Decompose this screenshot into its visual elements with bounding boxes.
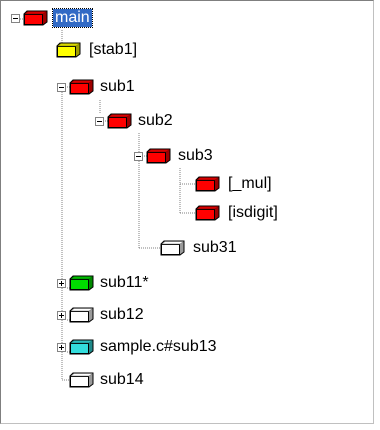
tree-node-label[interactable]: [stab1] xyxy=(87,41,139,59)
tree-node-mul[interactable]: [_mul] xyxy=(1,173,331,195)
function-block-icon xyxy=(146,148,171,164)
function-block-icon xyxy=(107,113,132,129)
tree-node-sub14[interactable]: sub14 xyxy=(1,369,201,391)
expand-toggle-icon[interactable] xyxy=(57,311,66,320)
function-block-icon xyxy=(69,339,94,355)
tree-node-label[interactable]: [_mul] xyxy=(226,175,274,193)
expand-toggle-icon[interactable] xyxy=(57,279,66,288)
empty-block-icon xyxy=(69,307,94,323)
function-block-icon xyxy=(195,205,220,221)
expand-toggle-icon[interactable] xyxy=(57,343,66,352)
function-block-icon xyxy=(195,176,220,192)
function-block-icon xyxy=(23,10,48,26)
tree-node-label[interactable]: sub14 xyxy=(98,371,146,389)
tree-node-label[interactable]: sub31 xyxy=(191,239,239,257)
tree-node-sub13[interactable]: sample.c#sub13 xyxy=(1,336,321,358)
empty-block-icon xyxy=(69,372,94,388)
call-tree-view[interactable]: main [stab1] sub1 sub2 sub3 [_mul] [isdi… xyxy=(0,0,374,424)
function-block-icon xyxy=(69,275,94,291)
tree-node-main[interactable]: main xyxy=(1,7,181,29)
tree-node-label[interactable]: sub11* xyxy=(98,274,151,292)
tree-node-stab1[interactable]: [stab1] xyxy=(1,39,201,61)
tree-node-label[interactable]: main xyxy=(52,8,93,28)
tree-node-label[interactable]: sub3 xyxy=(176,147,215,165)
collapse-toggle-icon[interactable] xyxy=(11,14,20,23)
tree-node-sub1[interactable]: sub1 xyxy=(1,76,201,98)
tree-node-sub12[interactable]: sub12 xyxy=(1,304,201,326)
tree-node-label[interactable]: [isdigit] xyxy=(226,204,280,222)
tree-node-sub2[interactable]: sub2 xyxy=(1,110,221,132)
tree-node-sub31[interactable]: sub31 xyxy=(1,237,301,259)
collapse-toggle-icon[interactable] xyxy=(134,152,143,161)
tree-node-sub11[interactable]: sub11* xyxy=(1,272,201,294)
collapse-toggle-icon[interactable] xyxy=(95,117,104,126)
collapse-toggle-icon[interactable] xyxy=(57,83,66,92)
tree-node-label[interactable]: sub2 xyxy=(136,112,175,130)
tree-node-label[interactable]: sub1 xyxy=(98,78,137,96)
function-block-icon xyxy=(69,79,94,95)
tree-node-label[interactable]: sample.c#sub13 xyxy=(98,338,219,356)
tree-node-sub3[interactable]: sub3 xyxy=(1,145,251,167)
empty-block-icon xyxy=(160,240,185,256)
stub-block-icon xyxy=(56,42,81,58)
tree-node-label[interactable]: sub12 xyxy=(98,306,146,324)
tree-node-isdigit[interactable]: [isdigit] xyxy=(1,202,341,224)
